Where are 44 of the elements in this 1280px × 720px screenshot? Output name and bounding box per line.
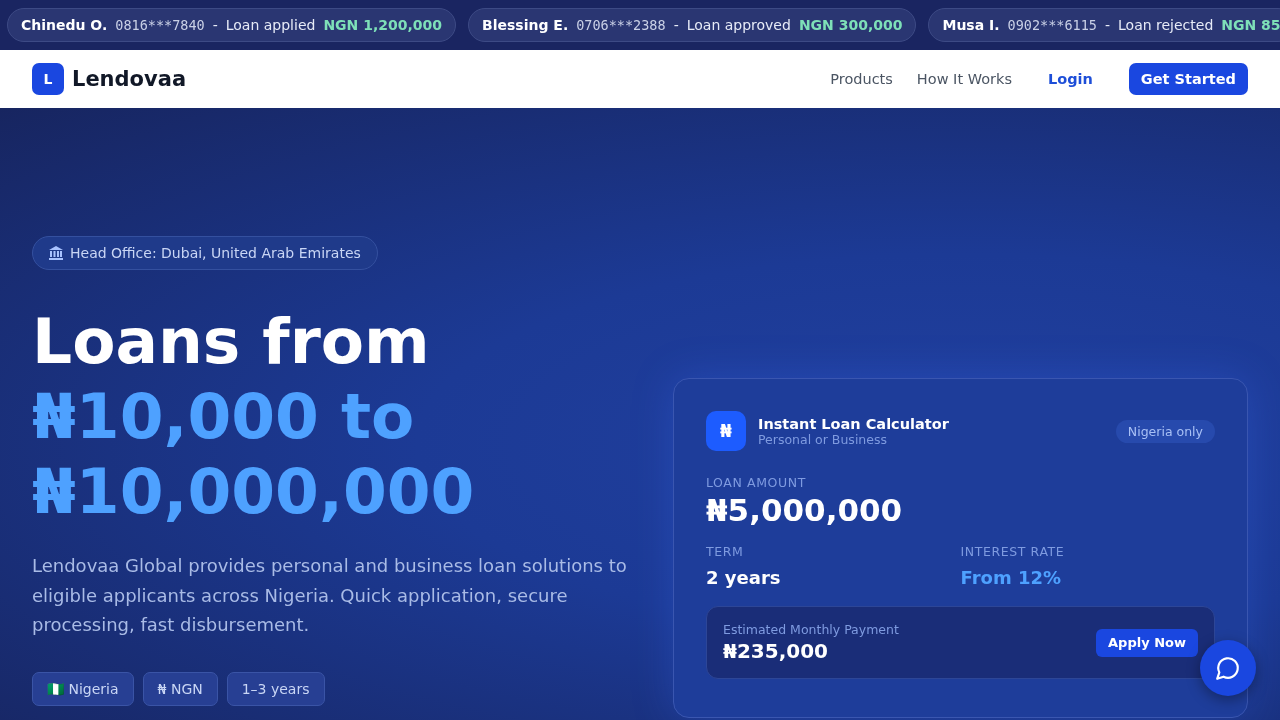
nav-link[interactable]: How It Works — [916, 71, 1012, 87]
customer-name: Musa I. — [942, 17, 1000, 33]
payment-label: Estimated Monthly Payment — [723, 622, 899, 637]
separator: - — [212, 17, 218, 33]
separator: - — [673, 17, 679, 33]
brand-name[interactable]: Lendovaa — [72, 67, 187, 91]
calculator-title: Instant Loan Calculator — [758, 415, 949, 432]
headline-line: ₦10,000 to — [32, 379, 416, 454]
field-label: LOAN AMOUNT — [706, 475, 807, 490]
info-chip: ₦ NGN — [142, 671, 218, 706]
info-chip: 🇳🇬 Nigeria — [32, 671, 134, 706]
get-started-button[interactable]: Get Started — [1128, 63, 1248, 95]
loan-status: Loan approved — [686, 17, 791, 33]
payment-value: ₦235,000 — [723, 639, 829, 663]
customer-name: Chinedu O. — [21, 17, 108, 33]
hero-description: Lendovaa Global provides personal and business loan solutions to eligible applicants across Nigeria. Quick application, secure processing, fast disbursement. — [32, 554, 628, 637]
loan-status: Loan rejected — [1118, 17, 1214, 33]
interest-rate-value: From 12% — [960, 567, 1062, 588]
naira-icon: ₦ — [706, 411, 746, 451]
headline-line: Loans from — [32, 304, 431, 379]
region-badge: Nigeria only — [1115, 419, 1215, 443]
loan-amount: NGN 300,000 — [798, 17, 903, 33]
phone-number: 0816***7840 — [115, 17, 205, 33]
badge-text: Head Office: Dubai, United Arab Emirates — [70, 245, 361, 261]
info-chip: 1–3 years — [226, 671, 325, 706]
term-value: 2 years — [706, 567, 782, 588]
loan-amount: NGN 1,200,000 — [323, 17, 443, 33]
phone-number: 0902***6115 — [1007, 17, 1097, 33]
separator: - — [1104, 17, 1110, 33]
loan-status: Loan applied — [225, 17, 316, 33]
field-label: INTEREST RATE — [960, 544, 1066, 559]
field-label: TERM — [706, 544, 745, 559]
logo-icon[interactable]: L — [32, 63, 64, 95]
customer-name: Blessing E. — [482, 17, 569, 33]
phone-number: 0706***2388 — [576, 17, 666, 33]
nav-link[interactable]: Products — [830, 71, 893, 87]
loan-amount: NGN 85 — [1221, 17, 1280, 33]
bank-icon — [49, 246, 63, 260]
login-link[interactable]: Login — [1047, 71, 1093, 87]
calculator-subtitle: Personal or Business — [758, 431, 888, 447]
loan-amount-value: ₦5,000,000 — [706, 492, 904, 528]
apply-now-button[interactable]: Apply Now — [1096, 628, 1198, 657]
chat-bubble-icon — [1215, 655, 1241, 681]
headline-line: ₦10,000,000 — [32, 454, 476, 529]
